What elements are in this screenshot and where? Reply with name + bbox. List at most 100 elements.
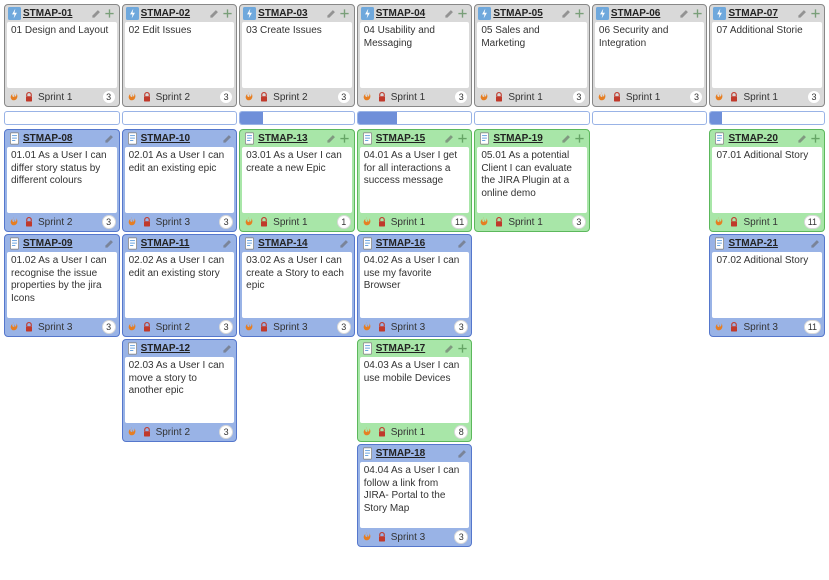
story-card[interactable]: STMAP-1905.01 As a potential Client I ca… [474,129,590,232]
story-card[interactable]: STMAP-1002.01 As a User I can edit an ex… [122,129,238,232]
edit-icon[interactable] [326,8,338,20]
card-id-link[interactable]: STMAP-02 [141,8,207,19]
story-type-icon [361,342,374,355]
edit-icon[interactable] [443,343,455,355]
edit-icon[interactable] [326,133,338,145]
edit-icon[interactable] [809,238,821,250]
card-id-link[interactable]: STMAP-07 [728,8,794,19]
story-cell [474,444,590,547]
card-actions [91,8,116,20]
card-id-link[interactable]: STMAP-21 [728,238,807,249]
card-header: STMAP-08 [5,130,119,147]
story-card[interactable]: STMAP-2107.02 Aditional StorySprint 311 [709,234,825,337]
story-card[interactable]: STMAP-0901.02 As a User I can recognise … [4,234,120,337]
add-icon[interactable] [339,133,351,145]
card-id-link[interactable]: STMAP-14 [258,238,337,249]
add-icon[interactable] [104,8,116,20]
card-id-link[interactable]: STMAP-05 [493,8,559,19]
card-id-link[interactable]: STMAP-06 [611,8,677,19]
progress-bar [357,111,473,125]
add-icon[interactable] [574,133,586,145]
story-type-icon [361,447,374,460]
epic-card[interactable]: STMAP-0606 Security and IntegrationSprin… [592,4,708,107]
edit-icon[interactable] [443,8,455,20]
story-card[interactable]: STMAP-1504.01 As a User I get for all in… [357,129,473,232]
edit-icon[interactable] [443,133,455,145]
edit-icon[interactable] [561,133,573,145]
epic-card[interactable]: STMAP-0505 Sales and MarketingSprint 13 [474,4,590,107]
count-badge: 3 [454,90,468,104]
add-icon[interactable] [456,8,468,20]
add-icon[interactable] [809,8,821,20]
epic-type-icon [713,7,726,20]
edit-icon[interactable] [208,8,220,20]
card-header: STMAP-18 [358,445,472,462]
card-id-link[interactable]: STMAP-11 [141,238,220,249]
add-icon[interactable] [456,133,468,145]
epic-card[interactable]: STMAP-0101 Design and LayoutSprint 13 [4,4,120,107]
edit-icon[interactable] [796,8,808,20]
card-id-link[interactable]: STMAP-16 [376,238,455,249]
card-id-link[interactable]: STMAP-08 [23,133,102,144]
edit-icon[interactable] [91,8,103,20]
edit-icon[interactable] [221,238,233,250]
add-icon[interactable] [574,8,586,20]
lock-icon [728,216,740,228]
edit-icon[interactable] [561,8,573,20]
story-cell [239,339,355,442]
sprint-label: Sprint 2 [273,92,334,103]
card-id-link[interactable]: STMAP-20 [728,133,794,144]
story-card[interactable]: STMAP-0801.01 As a User I can differ sto… [4,129,120,232]
story-card[interactable]: STMAP-1102.02 As a User I can edit an ex… [122,234,238,337]
story-card[interactable]: STMAP-12 02.03 As a User I can move a sto… [122,339,238,442]
epic-card[interactable]: STMAP-0707 Additional StorieSprint 13 [709,4,825,107]
card-actions [221,343,233,355]
card-id-link[interactable]: STMAP-10 [141,133,220,144]
card-id-link[interactable]: STMAP-12 [141,343,220,354]
card-id-link[interactable]: STMAP-09 [23,238,102,249]
add-icon[interactable] [221,8,233,20]
edit-icon[interactable] [221,343,233,355]
epic-column: STMAP-0202 Edit IssuesSprint 23 [122,4,238,107]
edit-icon[interactable] [104,238,116,250]
story-card[interactable]: STMAP-1604.02 As a User I can use my fav… [357,234,473,337]
add-icon[interactable] [339,8,351,20]
story-card[interactable]: STMAP-1403.02 As a User I can create a S… [239,234,355,337]
epic-type-icon [596,7,609,20]
story-card[interactable]: STMAP-1804.04 As a User I can follow a l… [357,444,473,547]
card-id-link[interactable]: STMAP-03 [258,8,324,19]
epic-type-icon [478,7,491,20]
story-card[interactable]: STMAP-2007.01 Aditional StorySprint 111 [709,129,825,232]
card-id-link[interactable]: STMAP-04 [376,8,442,19]
edit-icon[interactable] [678,8,690,20]
card-body: 02.03 As a User I can move a story to an… [125,357,235,423]
add-icon[interactable] [691,8,703,20]
edit-icon[interactable] [104,133,116,145]
card-id-link[interactable]: STMAP-17 [376,343,442,354]
story-card[interactable]: STMAP-1704.03 As a User I can use mobile… [357,339,473,442]
card-body: 03.01 As a User I can create a new Epic [242,147,352,213]
card-footer: Sprint 13 [593,88,707,106]
card-id-link[interactable]: STMAP-01 [23,8,89,19]
card-id-link[interactable]: STMAP-18 [376,448,455,459]
sprint-label: Sprint 2 [156,322,217,333]
edit-icon[interactable] [221,133,233,145]
add-icon[interactable] [456,343,468,355]
card-footer: Sprint 311 [710,318,824,336]
edit-icon[interactable] [796,133,808,145]
card-actions [221,238,233,250]
card-id-link[interactable]: STMAP-13 [258,133,324,144]
edit-icon[interactable] [456,238,468,250]
edit-icon[interactable] [456,448,468,460]
edit-icon[interactable] [339,238,351,250]
epic-card[interactable]: STMAP-0303 Create IssuesSprint 23 [239,4,355,107]
epic-card[interactable]: STMAP-0202 Edit IssuesSprint 23 [122,4,238,107]
progress-bar [474,111,590,125]
story-card[interactable]: STMAP-13 03.01 As a User I can create a n… [239,129,355,232]
epic-card[interactable]: STMAP-0404 Usability and MessagingSprint… [357,4,473,107]
card-id-link[interactable]: STMAP-15 [376,133,442,144]
count-badge: 8 [454,425,468,439]
card-id-link[interactable]: STMAP-19 [493,133,559,144]
story-cell [239,444,355,547]
add-icon[interactable] [809,133,821,145]
